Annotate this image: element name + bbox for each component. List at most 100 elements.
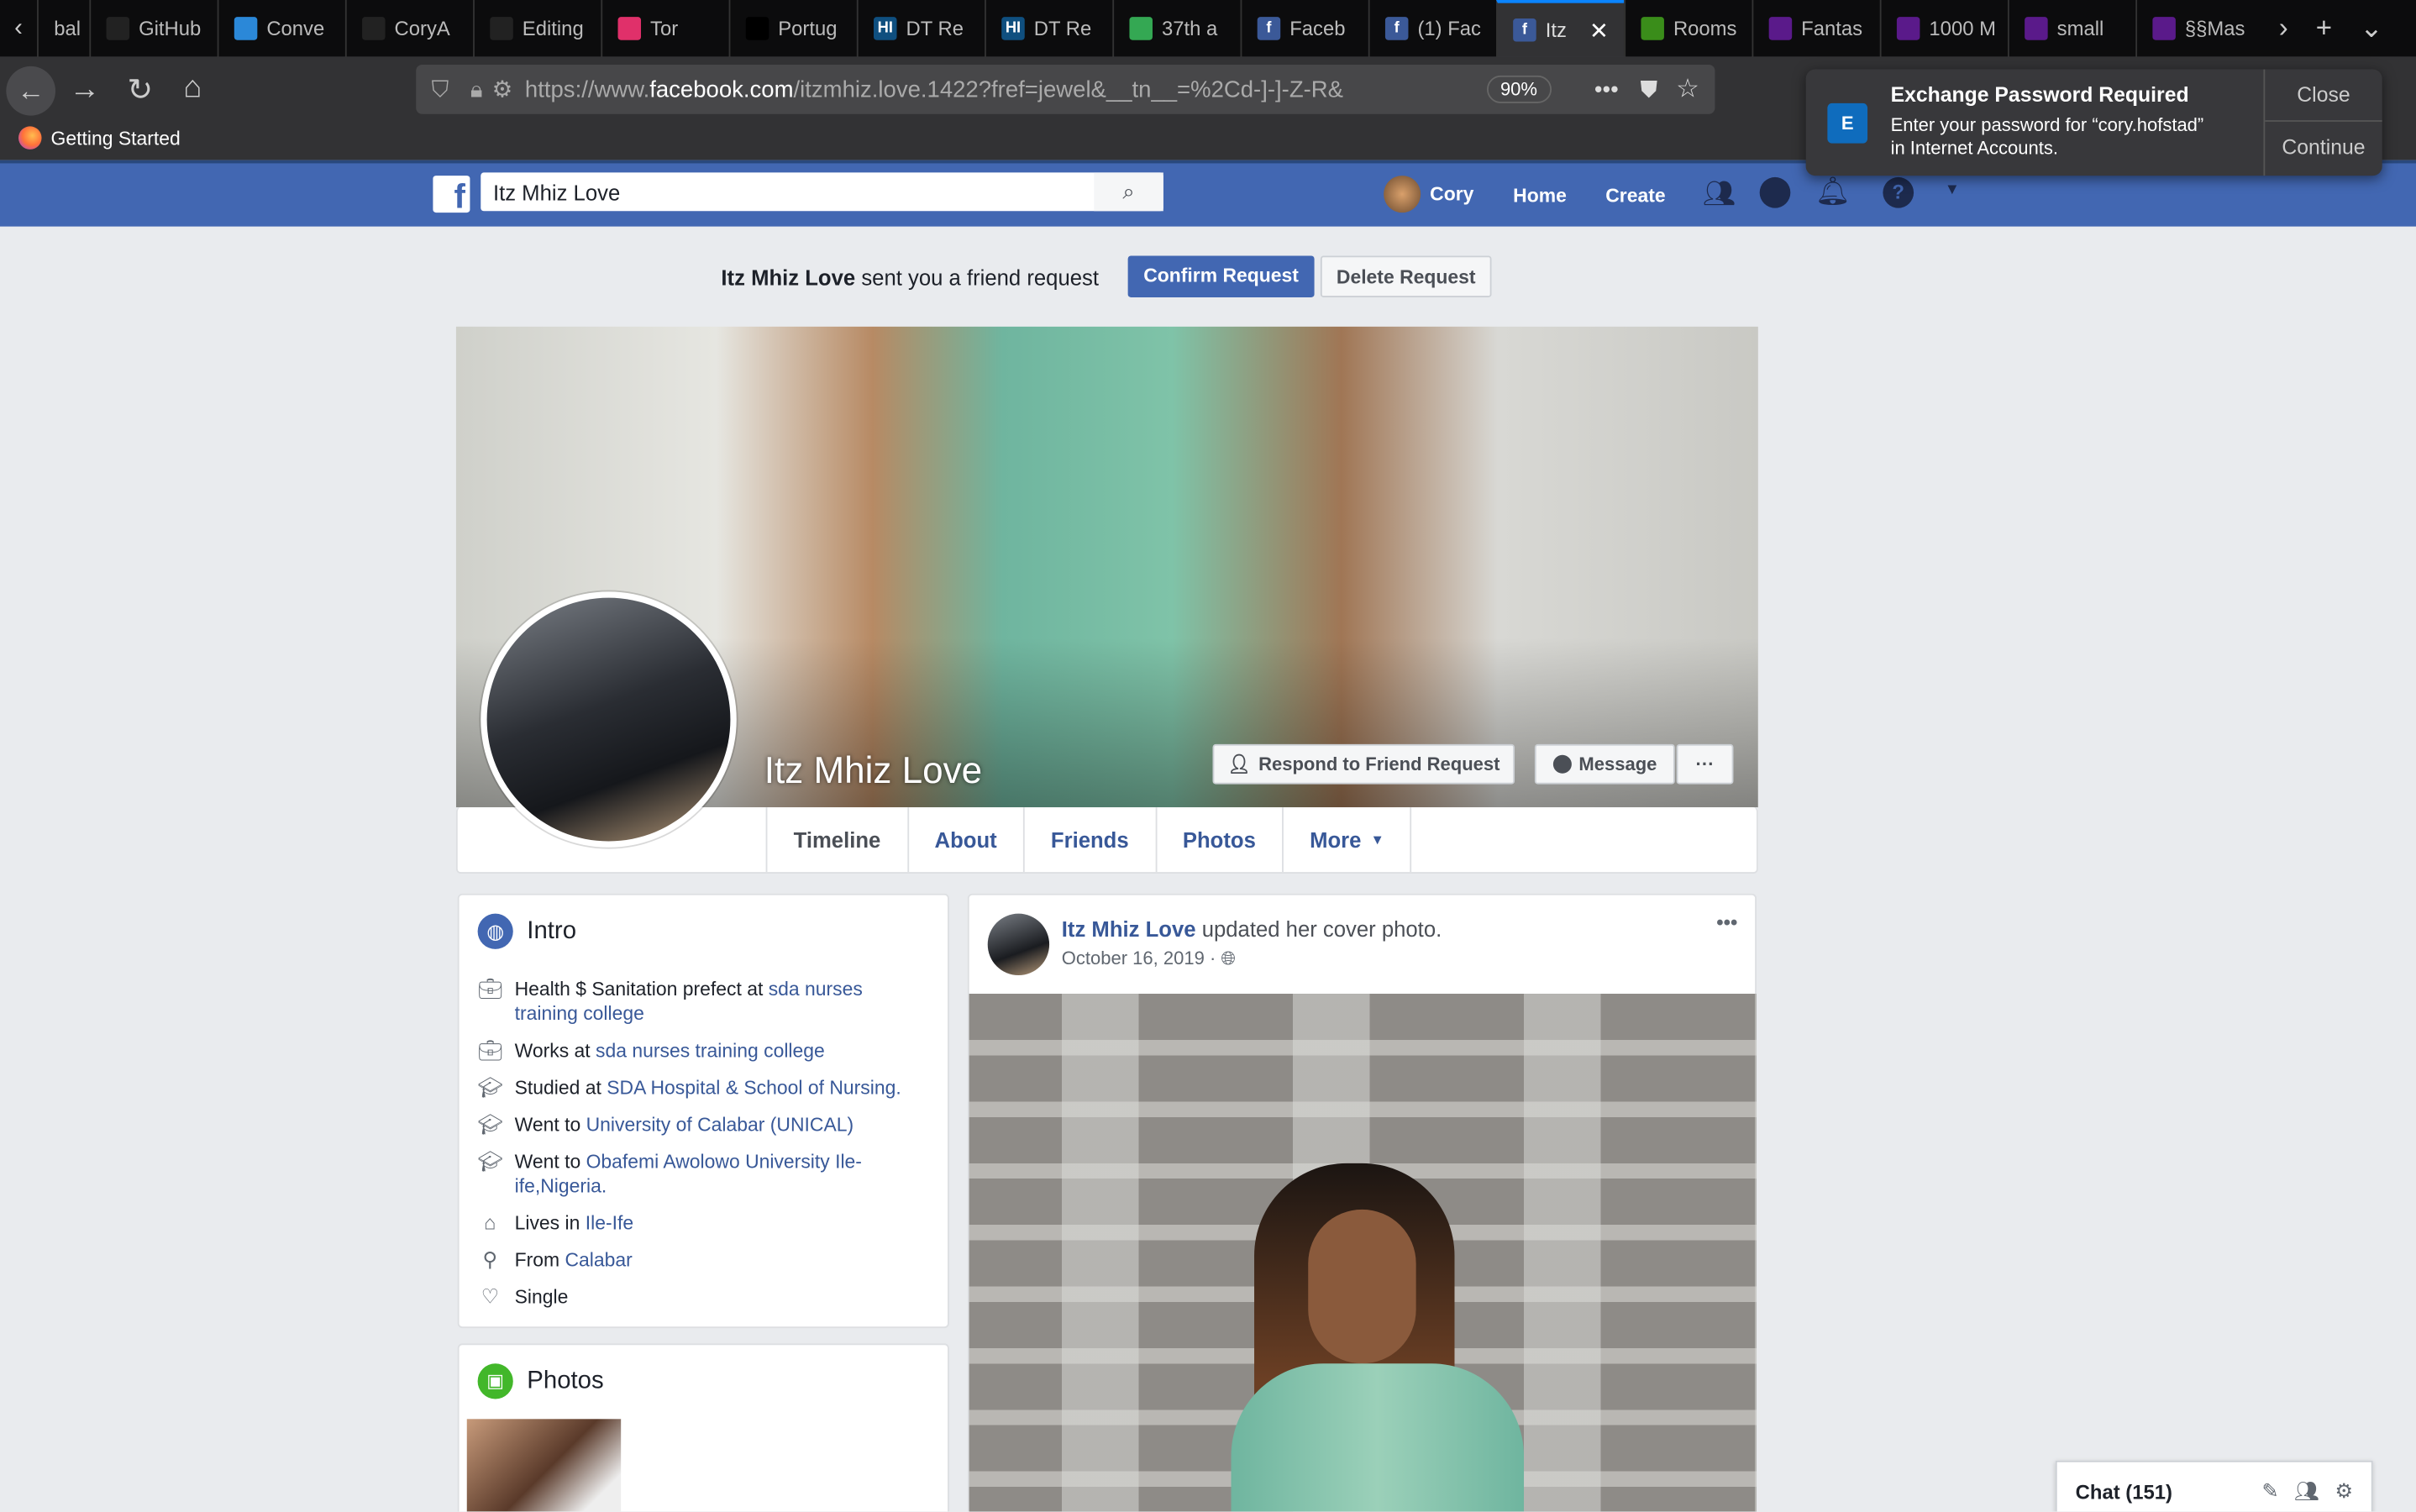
forward-button[interactable]: →: [61, 72, 108, 108]
tab-label: Tor: [650, 17, 679, 40]
browser-tab[interactable]: §§Mas: [2135, 0, 2263, 57]
browser-tab[interactable]: GitHub: [89, 0, 217, 57]
intro-item: 🎓︎ Studied at SDA Hospital & School of Nu…: [478, 1075, 929, 1100]
profile-picture[interactable]: [481, 591, 737, 848]
browser-tab[interactable]: f Faceb: [1240, 0, 1368, 57]
post-options-icon[interactable]: •••: [1716, 911, 1737, 934]
respond-friend-request-button[interactable]: 👤︎ Respond to Friend Request: [1212, 743, 1515, 785]
browser-tab[interactable]: f Itz ✕: [1496, 0, 1625, 57]
browser-tab[interactable]: HI DT Re: [985, 0, 1112, 57]
intro-link[interactable]: Calabar: [565, 1250, 632, 1272]
search-value: Itz Mhiz Love: [492, 179, 621, 205]
intro-link[interactable]: SDA Hospital & School of Nursing.: [607, 1077, 901, 1099]
tab-strip: ‹ bal GitHub Conve CoryA Editing Tor Portug HI D…: [0, 0, 2416, 57]
tab-label: Timeline: [793, 827, 881, 853]
scroll-tabs-left-button[interactable]: ‹: [0, 14, 37, 42]
messenger-icon[interactable]: [1759, 176, 1791, 208]
browser-tab[interactable]: bal: [37, 0, 89, 57]
post-author-link[interactable]: Itz Mhiz Love: [1062, 916, 1196, 941]
post-photo[interactable]: [969, 994, 1757, 1512]
account-menu-caret-icon[interactable]: ▼: [1945, 181, 1960, 198]
tab-list-chevron-icon[interactable]: ⌄: [2360, 13, 2383, 45]
browser-tab[interactable]: Rooms: [1624, 0, 1752, 57]
home-link[interactable]: Home: [1513, 185, 1567, 207]
group-chat-icon[interactable]: 👥︎: [2294, 1479, 2319, 1504]
chat-settings-gear-icon[interactable]: ⚙: [2335, 1479, 2352, 1504]
new-tab-button[interactable]: +: [2316, 13, 2332, 45]
lock-icon[interactable]: 🔒︎: [470, 76, 483, 102]
browser-tab[interactable]: HI DT Re: [856, 0, 985, 57]
create-link[interactable]: Create: [1605, 185, 1665, 207]
profile-link-cory[interactable]: Cory: [1384, 176, 1473, 213]
help-icon[interactable]: ?: [1883, 176, 1914, 208]
notification-close-button[interactable]: Close: [2265, 70, 2382, 122]
profile-tab-photos[interactable]: Photos: [1157, 807, 1284, 873]
tab-label: Friends: [1050, 827, 1129, 853]
post-date[interactable]: October 16, 2019 ·: [1062, 948, 1221, 969]
respond-label: Respond to Friend Request: [1258, 753, 1500, 775]
message-button[interactable]: Message: [1534, 743, 1675, 785]
tab-label: Conve: [266, 17, 325, 40]
home-button[interactable]: ⌂: [170, 71, 216, 106]
notifications-bell-icon[interactable]: 🔔︎: [1815, 176, 1851, 208]
profile-tab-more[interactable]: More ▼: [1284, 807, 1412, 873]
delete-request-button[interactable]: Delete Request: [1320, 255, 1492, 298]
notification-continue-button[interactable]: Continue: [2265, 122, 2382, 174]
intro-item: 💼︎ Health $ Sanitation prefect at sda nur…: [478, 977, 929, 1026]
profile-tab-about[interactable]: About: [908, 807, 1025, 873]
scroll-tabs-right-button[interactable]: ›: [2279, 13, 2288, 45]
url-host: facebook.com: [649, 76, 794, 102]
tab-label: Itz: [1545, 18, 1567, 42]
globe-icon: ◍: [477, 913, 513, 949]
zoom-level-badge[interactable]: 90%: [1486, 75, 1552, 103]
tracking-shield-icon[interactable]: ⛉: [432, 76, 449, 102]
profile-name[interactable]: Itz Mhiz Love: [764, 750, 982, 793]
notification-body-line1: Enter your password for “cory.hofstad”: [1890, 113, 2204, 136]
url-path: /itzmhiz.love.1422?fref=jewel&__tn__=%2C…: [793, 76, 1344, 102]
post-author-avatar[interactable]: [987, 913, 1050, 976]
intro-link[interactable]: Ile-Ife: [586, 1213, 633, 1235]
permissions-icon[interactable]: ⚙: [492, 76, 513, 103]
new-message-icon[interactable]: ✎: [2261, 1479, 2278, 1504]
bookmark-label: Getting Started: [50, 127, 181, 150]
bookmark-getting-started[interactable]: Getting Started: [18, 126, 181, 150]
browser-tab[interactable]: f (1) Fac: [1368, 0, 1496, 57]
photo-thumbnail[interactable]: [466, 1419, 622, 1512]
notification-body-line2: in Internet Accounts.: [1890, 137, 2059, 159]
chat-bar[interactable]: Chat (151) ✎ 👥︎ ⚙: [2055, 1460, 2373, 1512]
user-name: Cory: [1430, 183, 1474, 205]
tab-label: (1) Fac: [1417, 17, 1481, 40]
browser-tab[interactable]: CoryA: [344, 0, 473, 57]
profile-tab-timeline[interactable]: Timeline: [765, 807, 909, 873]
browser-tab[interactable]: Fantas: [1752, 0, 1879, 57]
browser-tab[interactable]: Portug: [728, 0, 857, 57]
friend-requests-icon[interactable]: 👥︎: [1703, 179, 1736, 210]
requester-name[interactable]: Itz Mhiz Love: [721, 265, 855, 289]
search-icon[interactable]: ⌕: [1094, 172, 1163, 212]
photos-title[interactable]: Photos: [527, 1368, 603, 1395]
intro-link[interactable]: sda nurses training college: [596, 1040, 825, 1062]
onedrive-icon: [234, 17, 258, 40]
close-tab-icon[interactable]: ✕: [1589, 16, 1609, 44]
profile-more-button[interactable]: ···: [1676, 743, 1734, 785]
intro-card: ◍ Intro 💼︎ Health $ Sanitation prefect at…: [457, 893, 949, 1329]
bookmark-star-icon[interactable]: ☆: [1676, 74, 1699, 105]
browser-tab[interactable]: Tor: [601, 0, 728, 57]
intro-text: Lives in: [514, 1212, 586, 1235]
browser-tab[interactable]: Editing: [473, 0, 601, 57]
public-globe-icon: 🌐︎: [1221, 948, 1237, 969]
browser-tab[interactable]: 37th a: [1112, 0, 1240, 57]
pocket-icon[interactable]: ⛊: [1640, 76, 1657, 102]
back-button[interactable]: ←: [6, 66, 56, 116]
url-bar[interactable]: ⛉ 🔒︎ ⚙ https://www.facebook.com/itzmhiz.…: [416, 65, 1715, 114]
page-actions-icon[interactable]: •••: [1594, 76, 1619, 102]
confirm-request-button[interactable]: Confirm Request: [1127, 255, 1315, 298]
browser-tab[interactable]: small: [2007, 0, 2135, 57]
profile-tab-friends[interactable]: Friends: [1025, 807, 1157, 873]
browser-tab[interactable]: 1000 M: [1879, 0, 2008, 57]
search-input[interactable]: Itz Mhiz Love ⌕: [481, 172, 1163, 212]
reload-button[interactable]: ↻: [117, 71, 163, 109]
intro-link[interactable]: University of Calabar (UNICAL): [586, 1114, 854, 1136]
facebook-logo-icon[interactable]: f: [433, 176, 470, 213]
browser-tab[interactable]: Conve: [217, 0, 345, 57]
